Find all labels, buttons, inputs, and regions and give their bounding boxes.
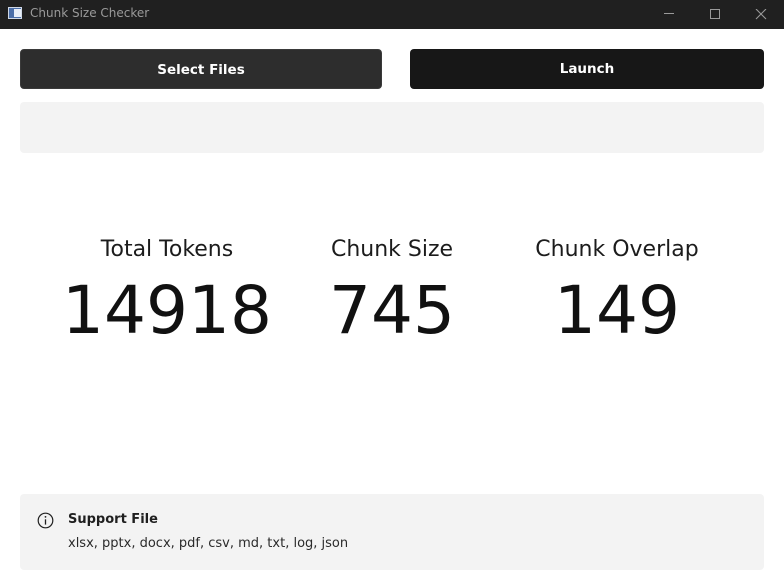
info-icon [37,512,54,529]
app-icon [8,7,22,19]
chunk-size-value: 745 [329,272,455,349]
chunk-size-stat: Chunk Size 745 [282,233,502,353]
minimize-button[interactable] [646,0,692,29]
total-tokens-value: 14918 [62,272,272,349]
total-tokens-stat: Total Tokens 14918 [58,233,276,353]
total-tokens-label: Total Tokens [100,237,234,262]
chunk-overlap-value: 149 [554,272,680,349]
minimize-icon [664,13,674,14]
close-icon [755,9,767,20]
select-files-button[interactable]: Select Files [20,49,382,89]
info-message: xlsx, pptx, docx, pdf, csv, md, txt, log… [68,536,349,551]
launch-button[interactable]: Launch [410,49,764,89]
maximize-icon [710,9,720,19]
selected-files-field[interactable] [20,102,764,153]
chunk-size-label: Chunk Size [330,237,454,262]
info-title: Support File [68,512,158,527]
title-bar[interactable]: Chunk Size Checker [0,0,784,29]
app-window: Chunk Size Checker Select Files Launch T… [0,0,784,586]
maximize-button[interactable] [692,0,738,29]
support-file-info-bar: Support File xlsx, pptx, docx, pdf, csv,… [20,494,764,570]
chunk-overlap-stat: Chunk Overlap 149 [506,233,728,353]
chunk-overlap-label: Chunk Overlap [535,237,699,262]
close-button[interactable] [738,0,784,29]
window-title: Chunk Size Checker [30,6,150,20]
